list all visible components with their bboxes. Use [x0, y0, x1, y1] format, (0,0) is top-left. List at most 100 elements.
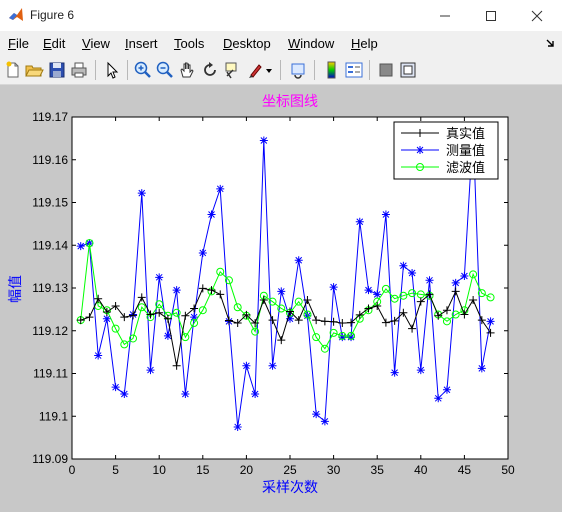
- link-plot-icon[interactable]: [289, 60, 309, 80]
- asterisk-marker: [312, 410, 321, 419]
- figure-toolbar: [0, 56, 562, 85]
- asterisk-marker: [381, 210, 390, 219]
- asterisk-marker: [268, 361, 277, 370]
- toolbar-separator: [314, 60, 315, 80]
- y-tick-label: 119.15: [32, 196, 68, 210]
- dock-arrow-icon[interactable]: [545, 38, 555, 48]
- toolbar-separator: [369, 60, 370, 80]
- asterisk-marker: [120, 390, 129, 399]
- asterisk-marker: [216, 184, 225, 193]
- y-tick-label: 119.14: [32, 238, 68, 252]
- toolbar-separator: [127, 60, 128, 80]
- y-axis-label: 幅值: [7, 275, 23, 303]
- x-tick-label: 45: [458, 463, 472, 477]
- asterisk-marker: [94, 351, 103, 360]
- x-tick-label: 20: [240, 463, 254, 477]
- pointer-icon[interactable]: [102, 60, 122, 80]
- asterisk-marker: [408, 269, 417, 278]
- show-plot-tools-icon[interactable]: [398, 60, 418, 80]
- menu-view[interactable]: View: [82, 36, 110, 51]
- asterisk-marker: [442, 385, 451, 394]
- x-tick-label: 10: [153, 463, 167, 477]
- menu-file[interactable]: File: [8, 36, 29, 51]
- data-cursor-icon[interactable]: [223, 60, 243, 80]
- x-tick-label: 25: [283, 463, 297, 477]
- colorbar-icon[interactable]: [322, 60, 342, 80]
- chart-legend[interactable]: 真实值测量值滤波值: [393, 121, 499, 180]
- window-title: Figure 6: [30, 8, 75, 22]
- window-titlebar: Figure 6: [0, 0, 562, 31]
- asterisk-marker: [355, 217, 364, 226]
- asterisk-marker: [416, 146, 424, 154]
- close-button[interactable]: [514, 0, 560, 31]
- brush-icon[interactable]: [246, 60, 266, 80]
- asterisk-marker: [320, 417, 329, 426]
- asterisk-marker: [172, 286, 181, 295]
- menu-bar: File Edit View Insert Tools Desktop Window Help: [0, 31, 562, 56]
- maximize-button[interactable]: [468, 0, 514, 31]
- menu-tools[interactable]: Tools: [174, 36, 204, 51]
- y-tick-label: 119.12: [32, 324, 68, 338]
- x-tick-label: 40: [414, 463, 428, 477]
- menu-desktop[interactable]: Desktop: [223, 36, 271, 51]
- asterisk-marker: [111, 383, 120, 392]
- y-tick-label: 119.09: [32, 452, 68, 466]
- asterisk-marker: [181, 390, 190, 399]
- menu-window[interactable]: Window: [288, 36, 334, 51]
- figure-canvas: 坐标图线 采样次数 幅值 0 5 10 15 20 25 30 35 40 45 50 119.09 1…: [0, 85, 562, 508]
- x-tick-label: 5: [112, 463, 119, 477]
- x-tick-label: 50: [501, 463, 515, 477]
- asterisk-marker: [242, 361, 251, 370]
- asterisk-marker: [416, 366, 425, 375]
- asterisk-marker: [486, 317, 495, 326]
- x-tick-label: 15: [196, 463, 210, 477]
- asterisk-marker: [434, 394, 443, 403]
- save-icon[interactable]: [47, 60, 67, 80]
- asterisk-marker: [364, 286, 373, 295]
- hide-plot-tools-icon[interactable]: [376, 60, 396, 80]
- open-file-icon[interactable]: [24, 60, 44, 80]
- chart-title: 坐标图线: [262, 93, 318, 109]
- y-tick-label: 119.17: [32, 110, 68, 124]
- y-tick-label: 119.11: [33, 367, 68, 381]
- asterisk-marker: [329, 283, 338, 292]
- chevron-down-icon[interactable]: [266, 69, 272, 73]
- legend-label: 测量值: [446, 143, 485, 158]
- y-tick-label: 119.13: [32, 281, 68, 295]
- asterisk-marker: [198, 248, 207, 257]
- toolbar-separator: [280, 60, 281, 80]
- legend-icon[interactable]: [344, 60, 364, 80]
- menu-help[interactable]: Help: [351, 36, 378, 51]
- menu-edit[interactable]: Edit: [43, 36, 65, 51]
- asterisk-marker: [259, 136, 268, 145]
- asterisk-marker: [251, 390, 260, 399]
- asterisk-marker: [155, 273, 164, 282]
- asterisk-marker: [451, 278, 460, 287]
- zoom-out-icon[interactable]: [155, 60, 175, 80]
- asterisk-marker: [137, 189, 146, 198]
- matlab-logo-icon: [9, 8, 23, 21]
- asterisk-marker: [146, 366, 155, 375]
- asterisk-marker: [233, 422, 242, 431]
- y-tick-label: 119.1: [39, 409, 68, 423]
- x-tick-label: 35: [371, 463, 385, 477]
- x-axis-label: 采样次数: [262, 479, 318, 495]
- asterisk-marker: [277, 287, 286, 296]
- asterisk-marker: [460, 272, 469, 281]
- plot-figure: 坐标图线 采样次数 幅值 0 5 10 15 20 25 30 35 40 45 50 119.09 1…: [7, 93, 515, 495]
- x-tick-label: 30: [327, 463, 341, 477]
- asterisk-marker: [477, 364, 486, 373]
- minimize-button[interactable]: [422, 0, 468, 31]
- print-icon[interactable]: [69, 60, 89, 80]
- new-figure-icon[interactable]: [3, 60, 23, 80]
- asterisk-marker: [399, 261, 408, 270]
- menu-insert[interactable]: Insert: [125, 36, 158, 51]
- zoom-in-icon[interactable]: [133, 60, 153, 80]
- maximize-icon: [486, 10, 496, 21]
- rotate-icon[interactable]: [200, 60, 220, 80]
- asterisk-marker: [76, 242, 85, 251]
- x-tick-label: 0: [69, 463, 76, 477]
- pan-icon[interactable]: [177, 60, 197, 80]
- asterisk-marker: [207, 210, 216, 219]
- asterisk-marker: [294, 256, 303, 265]
